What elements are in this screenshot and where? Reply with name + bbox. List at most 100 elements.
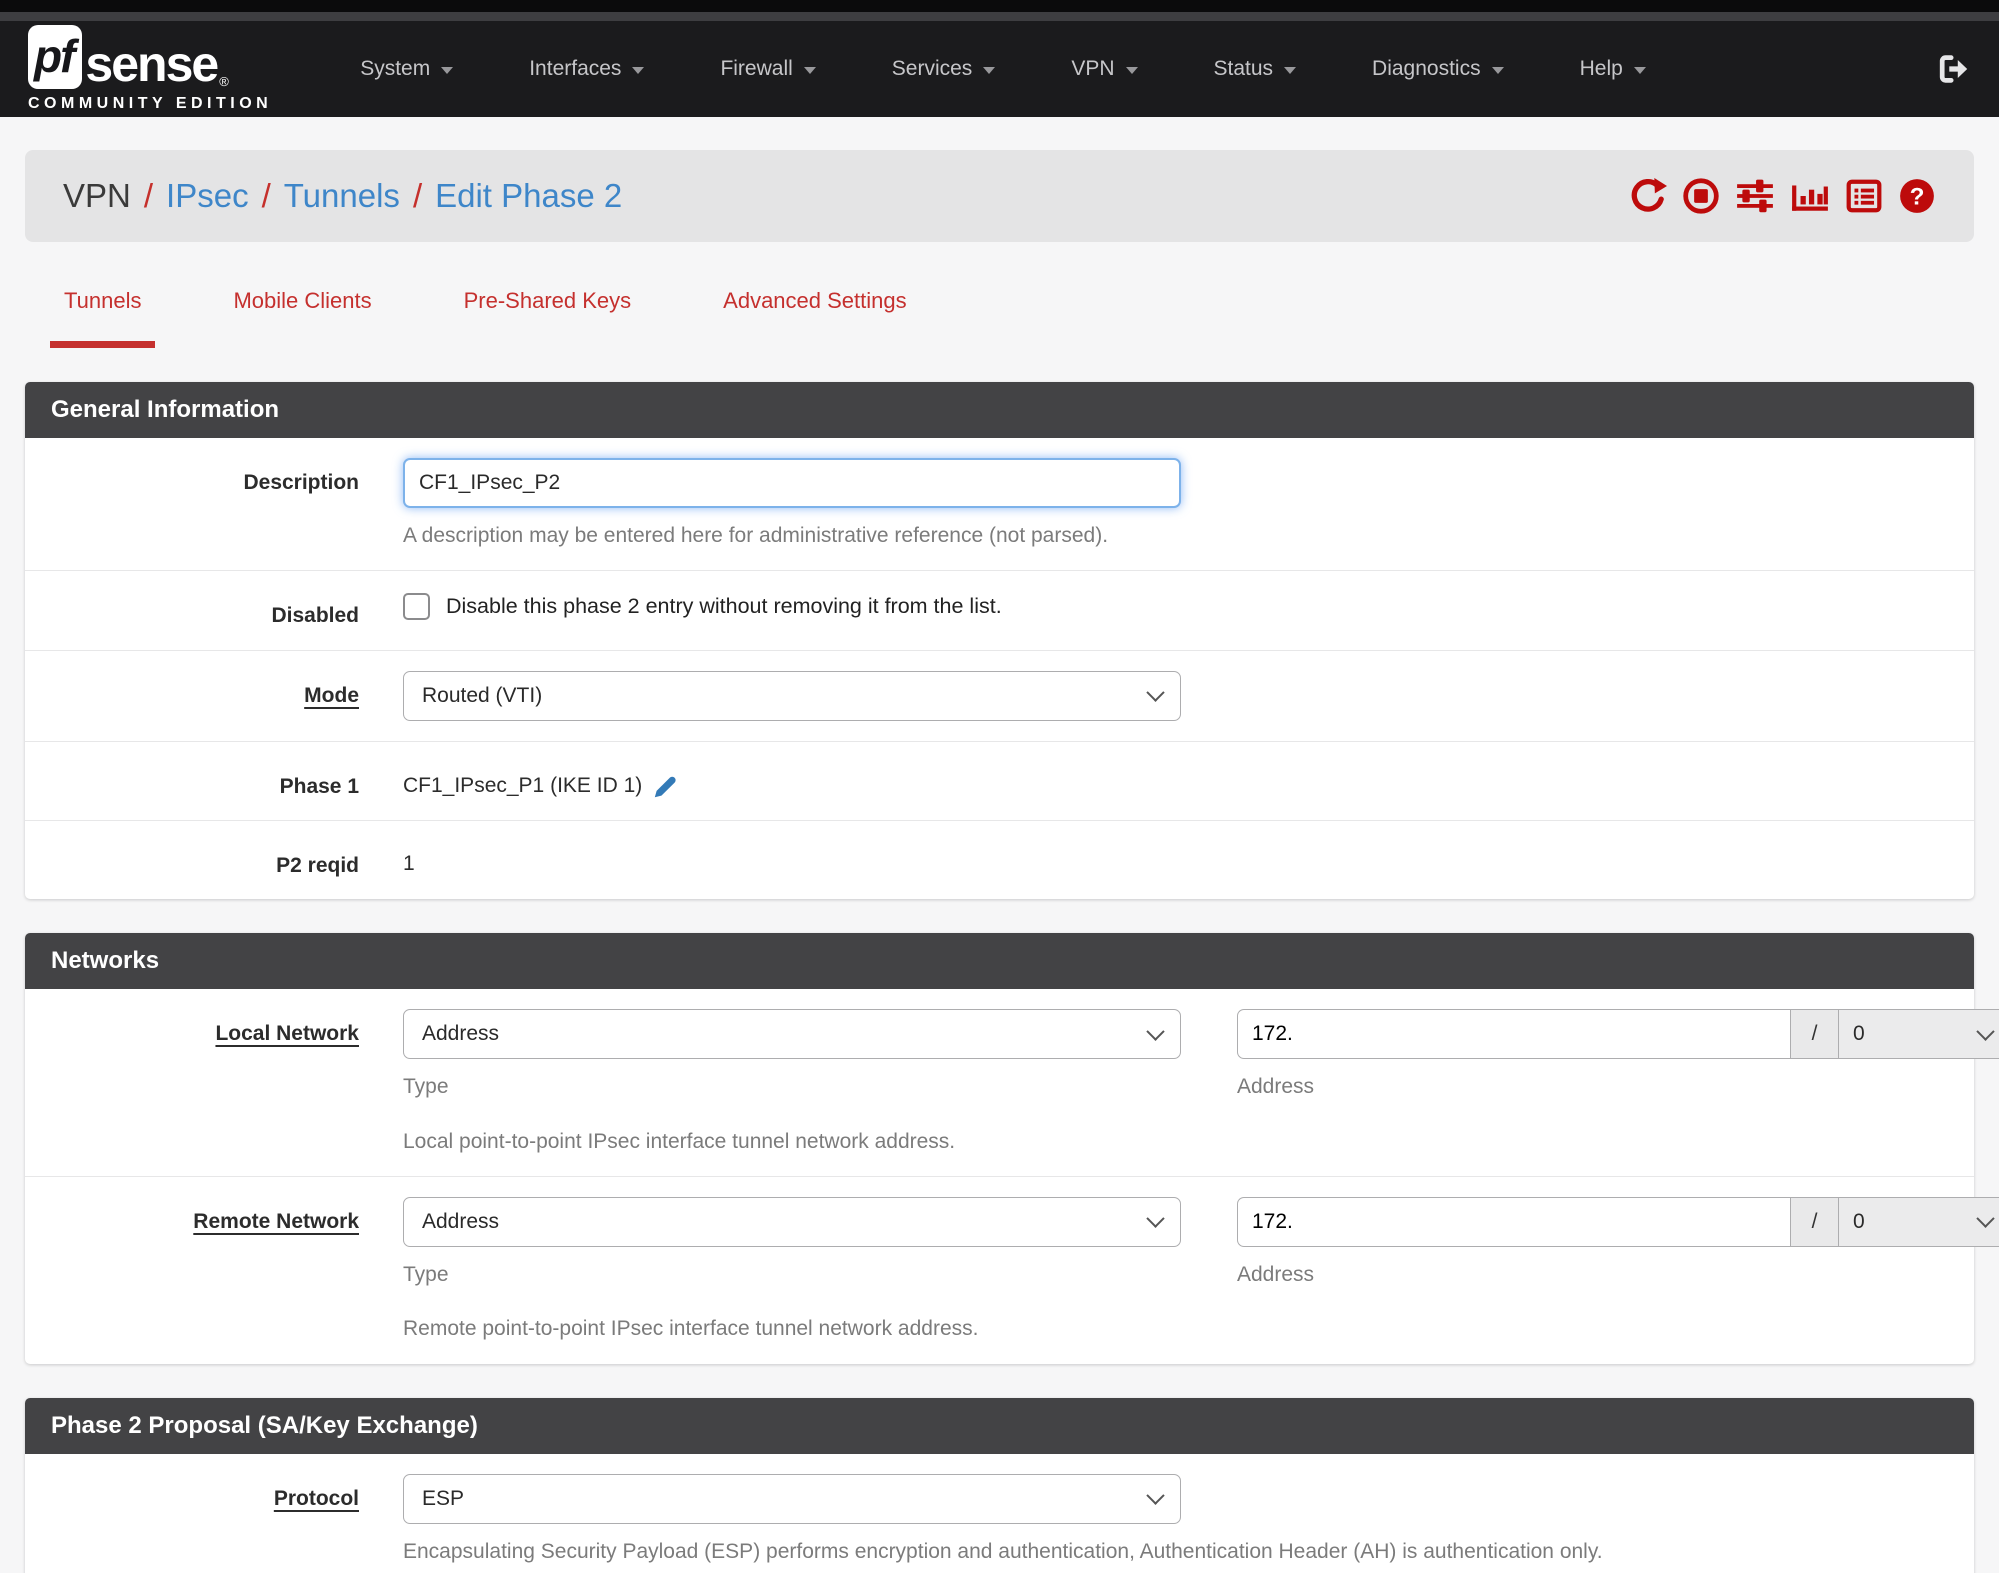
remote-network-address-input[interactable]: [1237, 1196, 1790, 1247]
remote-network-mask-select[interactable]: 0: [1839, 1196, 1999, 1247]
remote-network-label[interactable]: Remote Network: [51, 1197, 359, 1344]
chevron-down-icon: [1633, 67, 1646, 74]
mode-label[interactable]: Mode: [51, 671, 359, 721]
stop-circle-icon[interactable]: [1682, 177, 1720, 215]
bar-chart-icon[interactable]: [1790, 177, 1830, 215]
top-navbar: pf sense ® COMMUNITY EDITION System Inte…: [0, 21, 1999, 117]
panel-general-information: General Information Description A descri…: [25, 382, 1974, 900]
p2reqid-value: 1: [403, 851, 415, 875]
nav-item-diagnostics[interactable]: Diagnostics: [1334, 57, 1542, 81]
tab-advanced-settings[interactable]: Advanced Settings: [709, 288, 920, 348]
remote-network-type-select[interactable]: Address: [403, 1196, 1181, 1247]
nav-item-firewall[interactable]: Firewall: [682, 57, 853, 81]
mode-select-value: Routed (VTI): [422, 683, 543, 707]
row-protocol: Protocol ESP Encapsulating Security Payl…: [25, 1454, 1974, 1573]
chevron-down-icon: [632, 67, 645, 74]
breadcrumb-root: VPN: [63, 177, 131, 214]
chevron-down-icon: [1284, 67, 1297, 74]
local-network-mask-value: 0: [1853, 1022, 1865, 1046]
nav-item-label: Help: [1579, 57, 1623, 80]
nav-item-help[interactable]: Help: [1542, 57, 1684, 81]
local-network-label[interactable]: Local Network: [51, 1009, 359, 1156]
breadcrumb: VPN / IPsec / Tunnels / Edit Phase 2: [63, 177, 622, 215]
help-circle-icon[interactable]: ?: [1898, 177, 1936, 215]
local-network-type-value: Address: [422, 1022, 500, 1046]
local-network-slash-addon: /: [1790, 1009, 1839, 1060]
protocol-help: Encapsulating Security Payload (ESP) per…: [403, 1539, 1603, 1563]
sliders-icon[interactable]: [1735, 177, 1775, 215]
chevron-down-icon: [983, 67, 996, 74]
disabled-checkbox[interactable]: [403, 593, 430, 621]
phase1-label: Phase 1: [279, 774, 359, 798]
description-help: A description may be entered here for ad…: [403, 524, 1109, 547]
disabled-checkbox-label: Disable this phase 2 entry without remov…: [446, 594, 1002, 619]
chevron-down-icon: [441, 67, 454, 74]
breadcrumb-link-tunnels[interactable]: Tunnels: [284, 177, 400, 215]
panel-general-information-title: General Information: [25, 382, 1974, 438]
svg-text:?: ?: [1910, 183, 1925, 210]
breadcrumb-action-icons: ?: [1629, 177, 1936, 215]
tab-pre-shared-keys[interactable]: Pre-Shared Keys: [450, 288, 646, 348]
pfsense-logo[interactable]: pf sense ® COMMUNITY EDITION: [28, 25, 272, 113]
remote-network-address-help: Address: [1237, 1262, 1315, 1286]
protocol-select-value: ESP: [422, 1486, 465, 1510]
chevron-down-icon: [1146, 1486, 1165, 1505]
breadcrumb-current-edit-phase-2: Edit Phase 2: [435, 177, 623, 214]
nav-item-vpn[interactable]: VPN: [1033, 57, 1175, 81]
nav-item-label: VPN: [1071, 57, 1115, 80]
tab-tunnels[interactable]: Tunnels: [50, 288, 156, 348]
breadcrumb-link-ipsec[interactable]: IPsec: [166, 177, 249, 215]
breadcrumb-separator: /: [412, 177, 423, 214]
panel-phase2-proposal-title: Phase 2 Proposal (SA/Key Exchange): [25, 1397, 1974, 1454]
phase1-value: CF1_IPsec_P1 (IKE ID 1): [403, 774, 643, 798]
protocol-select[interactable]: ESP: [403, 1473, 1181, 1524]
panel-networks-body: Local Network Address Type /: [25, 989, 1999, 1363]
local-network-type-select[interactable]: Address: [403, 1009, 1181, 1060]
breadcrumb-separator: /: [261, 177, 271, 214]
nav-item-services[interactable]: Services: [854, 57, 1034, 81]
row-phase1: Phase 1 CF1_IPsec_P1 (IKE ID 1): [25, 740, 1974, 820]
description-label: Description: [243, 471, 359, 494]
chevron-down-icon: [1976, 1209, 1995, 1229]
logout-button[interactable]: [1937, 52, 1971, 86]
nav-item-label: Interfaces: [529, 57, 622, 80]
row-description: Description A description may be entered…: [25, 438, 1974, 570]
remote-network-slash-addon: /: [1790, 1196, 1839, 1247]
remote-network-type-value: Address: [422, 1209, 500, 1233]
panel-phase2-proposal: Phase 2 Proposal (SA/Key Exchange) Proto…: [25, 1397, 1974, 1573]
p2reqid-label: P2 reqid: [276, 853, 359, 877]
description-input[interactable]: [403, 458, 1181, 508]
nav-item-status[interactable]: Status: [1176, 57, 1335, 81]
window-sub-strip: [0, 12, 1999, 21]
window-top-strip: [0, 0, 1999, 12]
chevron-down-icon: [1976, 1022, 1995, 1041]
remote-network-type-help: Type: [403, 1262, 449, 1286]
remote-network-help: Remote point-to-point IPsec interface tu…: [403, 1317, 979, 1341]
tab-mobile-clients[interactable]: Mobile Clients: [219, 288, 385, 348]
nav-item-system[interactable]: System: [322, 57, 491, 81]
panel-phase2-proposal-body: Protocol ESP Encapsulating Security Payl…: [25, 1454, 1974, 1573]
chevron-down-icon: [1125, 67, 1138, 74]
sign-out-icon: [1939, 55, 1968, 83]
pfsense-logo-sense: sense: [85, 36, 219, 92]
panel-networks: Networks Local Network Address Type 172.…: [25, 933, 1999, 1364]
ipsec-tabs: Tunnels Mobile Clients Pre-Shared Keys A…: [25, 288, 1974, 348]
chevron-down-icon: [1146, 683, 1165, 703]
panel-networks-title: Networks: [25, 933, 1974, 990]
refresh-icon[interactable]: [1629, 177, 1667, 215]
mode-select[interactable]: Routed (VTI): [403, 670, 1181, 721]
nav-item-interfaces[interactable]: Interfaces: [491, 57, 682, 81]
nav-item-label: Firewall: [720, 57, 793, 80]
breadcrumb-bar: VPN / IPsec / Tunnels / Edit Phase 2 ?: [25, 150, 1974, 242]
row-mode: Mode Routed (VTI): [25, 649, 1974, 741]
pfsense-logo-pf: pf: [28, 25, 83, 89]
local-network-mask-select[interactable]: 0: [1839, 1009, 1999, 1060]
local-network-address-input[interactable]: [1237, 1009, 1790, 1060]
chevron-down-icon: [803, 67, 816, 74]
row-disabled: Disabled Disable this phase 2 entry with…: [25, 570, 1974, 649]
protocol-label[interactable]: Protocol: [51, 1474, 359, 1566]
pfsense-logo-registered: ®: [219, 74, 229, 89]
remote-network-mask-value: 0: [1853, 1209, 1865, 1233]
list-icon[interactable]: [1845, 177, 1883, 215]
pencil-icon[interactable]: [652, 773, 679, 800]
